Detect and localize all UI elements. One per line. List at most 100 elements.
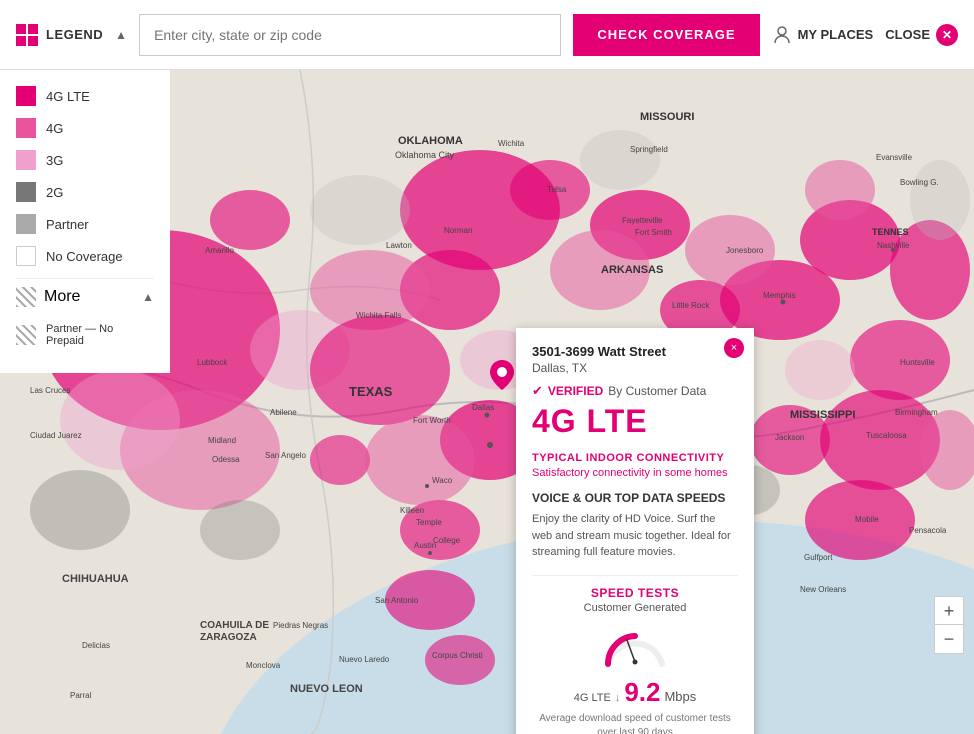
speed-download-icon: ↓ [615,692,621,704]
legend-chevron-icon: ▲ [115,28,127,42]
zoom-in-button[interactable]: + [935,597,963,625]
close-button[interactable]: CLOSE ✕ [885,24,958,46]
legend-swatch-partner-no-prepaid [16,325,36,345]
svg-text:Fort Worth: Fort Worth [413,416,451,425]
legend-panel: 4G LTE 4G 3G 2G Partner No Coverage More… [0,70,170,373]
svg-text:Parral: Parral [70,691,92,700]
svg-text:COAHUILA DE: COAHUILA DE [200,620,269,631]
legend-swatch-nocoverage [16,246,36,266]
legend-item-4glte: 4G LTE [16,86,154,106]
my-places-icon [772,25,792,45]
svg-text:TENNES: TENNES [872,227,909,237]
zoom-out-button[interactable]: − [935,625,963,653]
svg-text:OKLAHOMA: OKLAHOMA [398,135,463,147]
svg-text:College: College [433,536,461,545]
svg-text:TEXAS: TEXAS [349,384,393,399]
svg-text:ARKANSAS: ARKANSAS [601,264,663,276]
legend-text-4g: 4G [46,121,63,136]
svg-text:Gulfport: Gulfport [804,553,833,562]
svg-text:Springfield: Springfield [630,145,668,154]
legend-swatch-4g [16,118,36,138]
legend-text-3g: 3G [46,153,63,168]
speed-unit: Mbps [664,689,696,704]
legend-text-partner: Partner [46,217,89,232]
more-expanded-section: Partner — No Prepaid [16,315,154,347]
svg-text:Birmingham: Birmingham [895,408,938,417]
legend-item-nocoverage: No Coverage [16,246,154,266]
svg-text:Fayetteville: Fayetteville [622,216,663,225]
legend-text-partner-no-prepaid: Partner — No Prepaid [46,323,154,347]
svg-text:Oklahoma City: Oklahoma City [395,150,455,160]
check-coverage-button[interactable]: CHECK COVERAGE [573,14,759,56]
gauge-container [532,624,738,669]
legend-button[interactable]: LEGEND ▲ [16,24,127,46]
svg-text:Wichita Falls: Wichita Falls [356,311,401,320]
search-input[interactable] [139,14,561,56]
svg-text:Temple: Temple [416,518,442,527]
svg-text:MISSISSIPPI: MISSISSIPPI [790,409,855,421]
legend-text-nocoverage: No Coverage [46,249,123,264]
close-label: CLOSE [885,27,930,42]
popup-close-button[interactable]: × [724,338,744,358]
popup-address: 3501-3699 Watt Street [532,344,738,359]
svg-text:Ciudad Juarez: Ciudad Juarez [30,431,82,440]
svg-text:Piedras Negras: Piedras Negras [273,621,328,630]
svg-text:Tuscaloosa: Tuscaloosa [866,431,907,440]
popup-avg-text: Average download speed of customer tests… [532,712,738,734]
legend-swatch-4glte [16,86,36,106]
legend-more-label: More [44,288,80,306]
map-pin [490,360,514,397]
zoom-controls: + − [934,596,964,654]
svg-text:Little Rock: Little Rock [672,301,710,310]
verified-by: By Customer Data [608,384,706,398]
popup-network-type: 4G LTE [532,403,738,440]
legend-item-4g: 4G [16,118,154,138]
more-chevron-icon: ▲ [142,290,154,304]
svg-text:Lubbock: Lubbock [197,358,228,367]
legend-swatch-3g [16,150,36,170]
popup-voice-desc: Enjoy the clarity of HD Voice. Surf the … [532,511,738,561]
svg-text:ZARAGOZA: ZARAGOZA [200,632,257,643]
svg-text:Killeen: Killeen [400,506,424,515]
map-container[interactable]: OKLAHOMA Oklahoma City TEXAS ARKANSAS MI… [0,70,974,734]
svg-text:New Orleans: New Orleans [800,585,846,594]
legend-item-3g: 3G [16,150,154,170]
verified-label: VERIFIED [548,384,603,398]
svg-text:Nuevo Laredo: Nuevo Laredo [339,655,390,664]
svg-text:Fort Smith: Fort Smith [635,228,672,237]
svg-text:Jackson: Jackson [775,433,804,442]
my-places-button[interactable]: MY PLACES [772,25,874,45]
svg-text:Tulsa: Tulsa [547,185,567,194]
legend-more-section: More ▲ Partner — No Prepaid [16,278,154,347]
svg-text:MISSOURI: MISSOURI [640,111,694,123]
svg-text:San Angelo: San Angelo [265,451,306,460]
legend-more-button[interactable]: More ▲ [16,278,154,315]
popup-voice-title: VOICE & OUR TOP DATA SPEEDS [532,491,738,505]
svg-text:San Antonio: San Antonio [375,596,419,605]
svg-text:NUEVO LEON: NUEVO LEON [290,683,363,695]
header-bar: LEGEND ▲ CHECK COVERAGE MY PLACES CLOSE … [0,0,974,70]
speed-value: 9.2 [624,677,660,708]
legend-label: LEGEND [46,27,103,42]
svg-text:Abilene: Abilene [270,408,297,417]
svg-text:Waco: Waco [432,476,453,485]
close-icon: ✕ [936,24,958,46]
svg-text:Monclova: Monclova [246,661,281,670]
svg-text:Huntsville: Huntsville [900,358,935,367]
legend-item-2g: 2G [16,182,154,202]
popup-indoor-desc: Satisfactory connectivity in some homes [532,467,738,479]
legend-item-partner-no-prepaid: Partner — No Prepaid [16,323,154,347]
svg-text:Corpus Christi: Corpus Christi [432,651,483,660]
svg-text:Norman: Norman [444,226,472,235]
speed-label: 4G LTE [574,692,611,704]
legend-text-4glte: 4G LTE [46,89,90,104]
popup-divider [532,575,738,576]
svg-text:Evansville: Evansville [876,153,913,162]
svg-text:Wichita: Wichita [498,139,525,148]
more-swatch-icon [16,287,36,307]
svg-text:Midland: Midland [208,436,236,445]
svg-text:Lawton: Lawton [386,241,412,250]
popup-speed-title: SPEED TESTS [532,586,738,600]
popup-city: Dallas, TX [532,361,738,375]
popup-indoor-title: TYPICAL INDOOR CONNECTIVITY [532,452,738,464]
